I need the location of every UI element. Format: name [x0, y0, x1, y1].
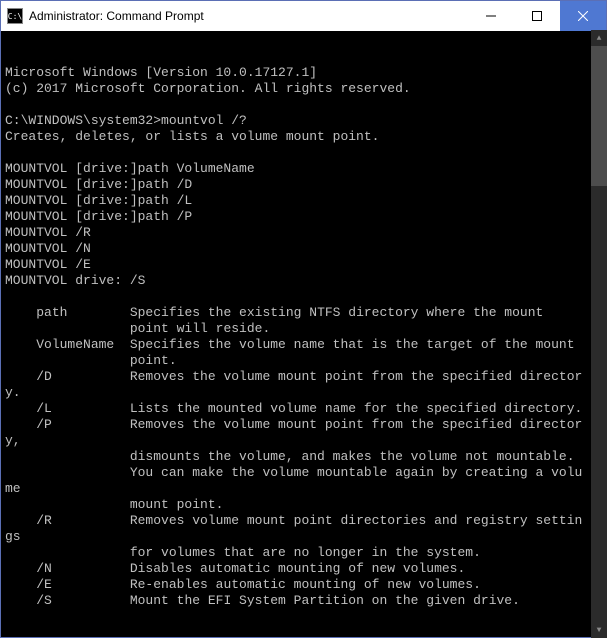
- maximize-button[interactable]: [514, 1, 560, 31]
- close-button[interactable]: [560, 1, 606, 31]
- titlebar[interactable]: C:\ Administrator: Command Prompt: [1, 1, 606, 31]
- app-icon: C:\: [7, 8, 23, 24]
- terminal-area[interactable]: Microsoft Windows [Version 10.0.17127.1]…: [1, 31, 606, 637]
- vertical-scrollbar[interactable]: ▲ ▼: [591, 30, 607, 638]
- window-title: Administrator: Command Prompt: [29, 9, 468, 23]
- command-prompt-window: C:\ Administrator: Command Prompt Micros…: [0, 0, 607, 638]
- scroll-down-button[interactable]: ▼: [591, 622, 607, 638]
- scroll-thumb[interactable]: [591, 46, 607, 186]
- scroll-up-button[interactable]: ▲: [591, 30, 607, 46]
- minimize-icon: [486, 11, 496, 21]
- minimize-button[interactable]: [468, 1, 514, 31]
- maximize-icon: [532, 11, 542, 21]
- close-icon: [578, 11, 588, 21]
- terminal-text: Microsoft Windows [Version 10.0.17127.1]…: [5, 65, 602, 609]
- window-controls: [468, 1, 606, 31]
